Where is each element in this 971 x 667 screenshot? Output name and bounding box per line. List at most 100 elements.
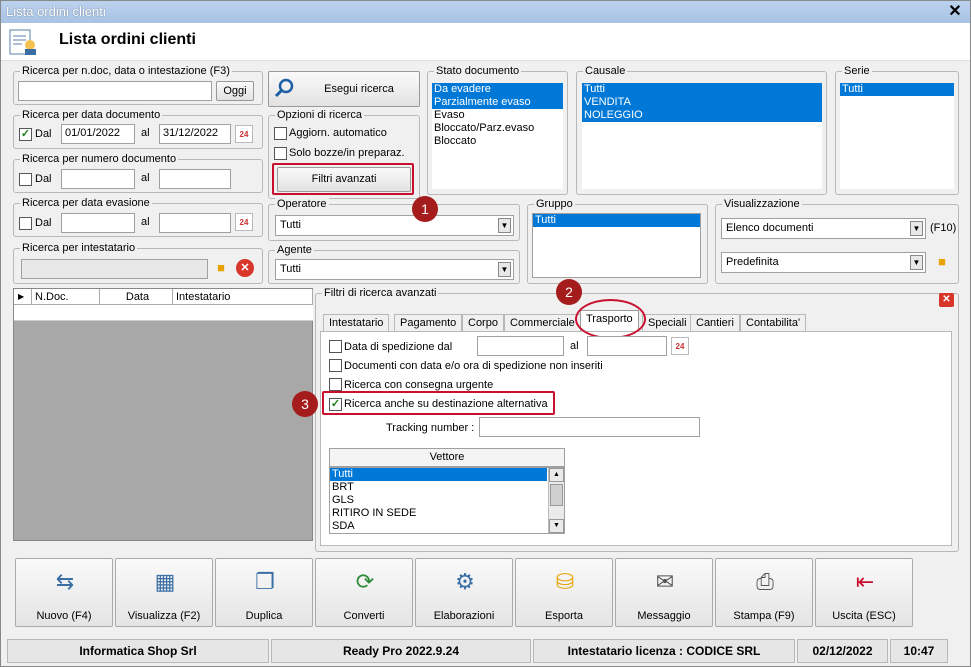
vettore-scrollbar[interactable]: ▲ ▼	[548, 468, 564, 533]
tab-commerciale[interactable]: Commerciale	[504, 314, 581, 331]
chevron-down-icon[interactable]: ▼	[498, 262, 511, 277]
layout-select[interactable]: Predefinita ▼	[721, 252, 926, 273]
no-sped-checkbox[interactable]	[329, 359, 342, 372]
scroll-down-icon[interactable]: ▼	[549, 519, 564, 533]
tab-intestatario[interactable]: Intestatario	[323, 314, 390, 331]
numdoc-checkbox[interactable]	[19, 173, 32, 186]
tab-corpo[interactable]: Corpo	[462, 314, 504, 331]
auto-update-checkbox[interactable]	[274, 127, 287, 140]
list-item[interactable]: Bloccato	[432, 135, 563, 148]
new-button[interactable]: ⇆ Nuovo (F4)	[15, 558, 113, 627]
gruppo-group: Gruppo Tutti	[527, 198, 708, 284]
new-icon: ⇆	[55, 569, 75, 594]
export-button[interactable]: ⛁ Esporta	[515, 558, 613, 627]
ndoc-search-legend: Ricerca per n.doc, data o intestazione (…	[20, 65, 232, 77]
message-button[interactable]: ✉ Messaggio	[615, 558, 713, 627]
urgent-checkbox[interactable]	[329, 378, 342, 391]
numdoc-to-input[interactable]	[159, 169, 231, 189]
gruppo-legend: Gruppo	[534, 198, 575, 210]
calendar-icon[interactable]: 24	[671, 337, 689, 355]
list-item[interactable]: SDA	[330, 520, 564, 533]
print-button[interactable]: ⎙ Stampa (F9)	[715, 558, 813, 627]
column-header[interactable]: Data	[100, 289, 173, 305]
datadoc-from-input[interactable]: 01/01/2022	[61, 124, 135, 144]
tab-pagamento[interactable]: Pagamento	[394, 314, 463, 331]
list-item[interactable]: Tutti	[533, 214, 700, 227]
intestatario-legend: Ricerca per intestatario	[20, 242, 138, 254]
sped-date-checkbox[interactable]	[329, 340, 342, 353]
agente-select[interactable]: Tutti ▼	[275, 259, 514, 280]
list-item[interactable]: Tutti	[330, 468, 547, 481]
list-item[interactable]: Tutti	[840, 83, 954, 96]
list-item[interactable]: RITIRO IN SEDE	[330, 507, 564, 520]
chevron-down-icon[interactable]: ▼	[910, 255, 923, 270]
gruppo-listbox[interactable]: Tutti	[532, 213, 701, 278]
tab-cantieri[interactable]: Cantieri	[690, 314, 740, 331]
serie-listbox[interactable]: Tutti	[840, 83, 954, 189]
main-window: Lista ordini clienti ✕ Lista ordini clie…	[0, 0, 971, 667]
intestatario-input[interactable]	[21, 259, 208, 279]
exit-icon: ⇤	[855, 569, 875, 594]
column-header[interactable]: Intestatario	[173, 289, 313, 305]
results-grid[interactable]: ▶ N.Doc. Data Intestatario	[13, 288, 313, 541]
stato-listbox[interactable]: Da evadere Parzialmente evaso Evaso Bloc…	[432, 83, 563, 189]
tab-contabilita[interactable]: Contabilita'	[740, 314, 807, 331]
exit-button[interactable]: ⇤ Uscita (ESC)	[815, 558, 913, 627]
datadoc-dal-label: Dal	[35, 128, 52, 140]
scroll-thumb[interactable]	[550, 484, 563, 506]
table-row[interactable]	[14, 305, 313, 321]
close-panel-icon[interactable]: ✕	[939, 293, 954, 307]
highlight-box-1	[272, 163, 414, 195]
operatore-select[interactable]: Tutti ▼	[275, 215, 514, 236]
numdoc-group: Ricerca per numero documento Dal al	[13, 153, 263, 193]
chevron-down-icon[interactable]: ▼	[498, 218, 511, 233]
column-header[interactable]: N.Doc.	[32, 289, 100, 305]
highlight-ellipse-2	[575, 299, 646, 339]
folder-icon[interactable]: ■	[932, 253, 952, 271]
folder-icon[interactable]: ■	[211, 259, 231, 277]
process-button[interactable]: ⚙ Elaborazioni	[415, 558, 513, 627]
view-mode-select[interactable]: Elenco documenti ▼	[721, 218, 926, 239]
scroll-up-icon[interactable]: ▲	[549, 468, 564, 482]
convert-button[interactable]: ⟳ Converti	[315, 558, 413, 627]
causale-listbox[interactable]: Tutti VENDITA NOLEGGIO	[582, 83, 822, 189]
evasione-checkbox[interactable]	[19, 217, 32, 230]
view-button[interactable]: ▦ Visualizza (F2)	[115, 558, 213, 627]
vettore-listbox[interactable]: Tutti BRT GLS RITIRO IN SEDE SDA ▲ ▼	[329, 467, 565, 534]
evasione-from-input[interactable]	[61, 213, 135, 233]
list-item[interactable]: GLS	[330, 494, 564, 507]
calendar-icon[interactable]: 24	[235, 213, 253, 231]
numdoc-from-input[interactable]	[61, 169, 135, 189]
datadoc-checkbox[interactable]: ✓	[19, 128, 32, 141]
advanced-filters-legend: Filtri di ricerca avanzati	[322, 287, 439, 299]
view-icon: ▦	[154, 569, 176, 594]
visualizzazione-legend: Visualizzazione	[722, 198, 802, 210]
tab-speciali[interactable]: Speciali	[642, 314, 693, 331]
list-item[interactable]: BRT	[330, 481, 564, 494]
oggi-button[interactable]: Oggi	[216, 81, 254, 101]
orders-list-icon	[9, 29, 36, 55]
options-legend: Opzioni di ricerca	[275, 109, 364, 121]
ndoc-search-input[interactable]	[18, 81, 212, 101]
clear-icon[interactable]: ✕	[236, 259, 254, 277]
evasione-to-input[interactable]	[159, 213, 231, 233]
calendar-icon[interactable]: 24	[235, 125, 253, 143]
sped-to-input[interactable]	[587, 336, 667, 356]
list-item[interactable]: VENDITA	[582, 96, 822, 109]
close-icon[interactable]: ✕	[946, 3, 964, 20]
duplicate-button[interactable]: ❐ Duplica	[215, 558, 313, 627]
list-item[interactable]: Evaso	[432, 109, 563, 122]
sped-from-input[interactable]	[477, 336, 564, 356]
drafts-checkbox[interactable]	[274, 147, 287, 160]
export-icon: ⛁	[555, 569, 575, 594]
list-item[interactable]: Da evadere	[432, 83, 563, 96]
print-icon: ⎙	[756, 569, 774, 594]
list-item[interactable]: Bloccato/Parz.evaso	[432, 122, 563, 135]
list-item[interactable]: NOLEGGIO	[582, 109, 822, 122]
list-item[interactable]: Parzialmente evaso	[432, 96, 563, 109]
numdoc-legend: Ricerca per numero documento	[20, 153, 179, 165]
datadoc-to-input[interactable]: 31/12/2022	[159, 124, 231, 144]
chevron-down-icon[interactable]: ▼	[910, 221, 923, 236]
list-item[interactable]: Tutti	[582, 83, 822, 96]
tracking-input[interactable]	[479, 417, 700, 437]
